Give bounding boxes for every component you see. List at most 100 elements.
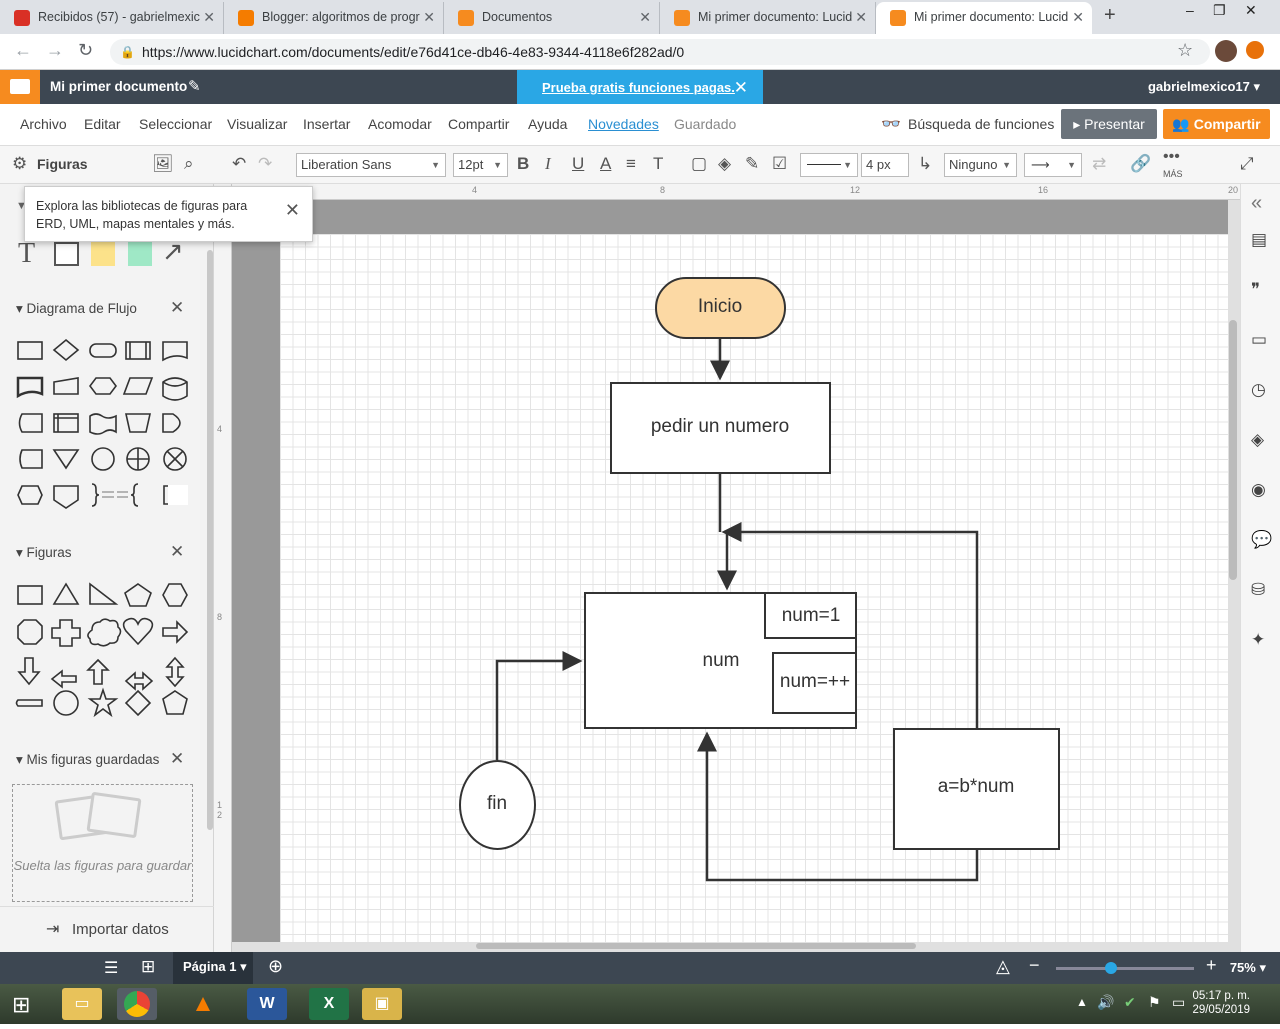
back-icon[interactable]: ← (14, 40, 32, 61)
browser-tab-documentos[interactable]: Documentos ✕ (444, 2, 660, 34)
network-icon[interactable]: ▭ (1172, 994, 1185, 1011)
extension-icon[interactable] (1246, 41, 1264, 59)
comment-quote-icon[interactable]: ❞ (1251, 280, 1260, 300)
saved-shapes-dropzone[interactable]: Suelta las figuras para guardar (12, 784, 193, 902)
endpoint-start-select[interactable]: Ninguno ▼ (944, 153, 1017, 177)
vertical-scrollbar[interactable] (1229, 320, 1237, 580)
more-icon[interactable]: ••• (1163, 148, 1180, 166)
horizontal-scrollbar[interactable] (476, 943, 916, 949)
page-tab[interactable]: Página 1 ▾ (173, 952, 253, 984)
font-family-select[interactable]: Liberation Sans ▼ (296, 153, 446, 177)
start-terminator[interactable]: Inicio (655, 277, 786, 339)
close-icon[interactable]: ✕ (734, 70, 748, 106)
style-icon[interactable]: ☑ (772, 154, 787, 174)
calc-process-box[interactable]: a=b*num (893, 728, 1060, 850)
image-icon[interactable]: 🖼 (152, 154, 174, 174)
loop-init-box[interactable]: num=1 (764, 592, 857, 639)
theme-drop-icon[interactable]: ◉ (1251, 480, 1266, 500)
magic-wand-icon[interactable]: ✦ (1251, 630, 1265, 650)
search-icon[interactable]: ⌕ (184, 154, 194, 174)
line-width-select[interactable]: 4 px (861, 153, 909, 177)
close-icon[interactable]: ✕ (1072, 2, 1084, 32)
border-icon[interactable]: ▢ (691, 154, 707, 174)
chat-icon[interactable]: 💬 (1251, 530, 1272, 550)
menu-compartir[interactable]: Compartir (448, 116, 509, 132)
navigate-icon[interactable]: ◬ (996, 956, 1010, 977)
virtualbox-icon[interactable]: ▣ (362, 988, 402, 1020)
data-linking-icon[interactable]: ⛁ (1251, 580, 1265, 600)
close-icon[interactable]: ✕ (423, 2, 435, 32)
user-menu[interactable]: gabrielmexico17 ▾ (1148, 79, 1260, 95)
section-shapes-header[interactable]: ▾ Figuras (16, 545, 72, 561)
menu-novedades[interactable]: Novedades (588, 116, 659, 132)
align-icon[interactable]: ≡ (626, 154, 636, 174)
swap-icon[interactable]: ⇄ (1092, 154, 1106, 174)
close-icon[interactable]: ✕ (855, 2, 867, 32)
windows-start-icon[interactable]: ⊞ (12, 992, 30, 1018)
bookmark-star-icon[interactable]: ☆ (1177, 40, 1193, 61)
forward-icon[interactable]: → (46, 40, 64, 61)
browser-tab-doc2-active[interactable]: Mi primer documento: Lucid ✕ (876, 2, 1092, 34)
text-shape-icon[interactable]: T (18, 238, 35, 270)
fill-bucket-icon[interactable]: ◈ (718, 154, 731, 174)
excel-icon[interactable]: X (309, 988, 349, 1020)
link-icon[interactable]: 🔗 (1130, 154, 1151, 174)
flag-icon[interactable]: ⚑ (1148, 994, 1161, 1011)
vlc-icon[interactable]: ▲ (183, 988, 223, 1020)
import-data-button[interactable]: ⇥ Importar datos (0, 906, 214, 952)
reload-icon[interactable]: ↻ (78, 40, 93, 61)
presentation-icon[interactable]: ▭ (1251, 330, 1267, 350)
block-shape-icon[interactable] (54, 242, 79, 266)
input-process-box[interactable]: pedir un numero (610, 382, 831, 474)
zoom-slider-handle[interactable] (1105, 962, 1117, 974)
chrome-icon[interactable] (117, 988, 157, 1020)
menu-ayuda[interactable]: Ayuda (528, 116, 567, 132)
undo-icon[interactable]: ↶ (232, 154, 246, 174)
profile-avatar[interactable] (1215, 40, 1237, 62)
feature-search-button[interactable]: Búsqueda de funciones (908, 116, 1054, 132)
bold-icon[interactable]: B (517, 154, 529, 174)
close-icon[interactable]: ✕ (639, 2, 651, 32)
close-icon[interactable]: ✕ (170, 542, 184, 562)
endpoint-end-select[interactable]: ⟶ ▼ (1024, 153, 1082, 177)
loop-increment-box[interactable]: num=++ (772, 652, 857, 714)
menu-seleccionar[interactable]: Seleccionar (139, 116, 212, 132)
present-button[interactable]: ▸ Presentar (1061, 109, 1157, 139)
window-close-icon[interactable]: ✕ (1245, 0, 1257, 20)
close-icon[interactable]: ✕ (285, 201, 300, 219)
page-settings-icon[interactable]: ▤ (1251, 230, 1267, 250)
italic-icon[interactable]: I (545, 154, 551, 174)
menu-editar[interactable]: Editar (84, 116, 121, 132)
layers-icon[interactable]: ◈ (1251, 430, 1264, 450)
zoom-level[interactable]: 75% ▾ (1230, 960, 1266, 976)
promo-banner[interactable]: Prueba gratis funciones pagas. ✕ (517, 70, 763, 106)
line-color-icon[interactable]: ✎ (745, 154, 759, 174)
line-style-select[interactable]: ▼ (800, 153, 858, 177)
document-title[interactable]: Mi primer documento (50, 79, 187, 94)
zoom-in-icon[interactable]: + (1206, 955, 1217, 976)
browser-tab-doc1[interactable]: Mi primer documento: Lucid ✕ (660, 2, 876, 34)
close-icon[interactable]: ✕ (170, 298, 184, 318)
pencil-icon[interactable]: ✎ (188, 77, 201, 95)
history-clock-icon[interactable]: ◷ (1251, 380, 1266, 400)
url-field[interactable]: 🔒 https://www.lucidchart.com/documents/e… (110, 39, 1210, 65)
end-circle[interactable]: fin (459, 760, 536, 850)
close-icon[interactable]: ✕ (170, 749, 184, 769)
security-icon[interactable]: ✔ (1124, 994, 1136, 1011)
promo-link[interactable]: Prueba gratis funciones pagas. (542, 80, 735, 95)
add-page-icon[interactable]: ⊕ (268, 956, 283, 977)
flowchart-shapes-grid[interactable] (12, 334, 212, 514)
grid-view-icon[interactable]: ⊞ (141, 957, 155, 977)
browser-tab-gmail[interactable]: Recibidos (57) - gabrielmexic ✕ (0, 2, 224, 34)
file-explorer-icon[interactable]: ▭ (62, 988, 102, 1020)
menu-visualizar[interactable]: Visualizar (227, 116, 287, 132)
zoom-slider[interactable] (1056, 967, 1194, 970)
redo-icon[interactable]: ↷ (258, 154, 272, 174)
tray-chevron-icon[interactable]: ▲ (1076, 995, 1088, 1009)
system-clock[interactable]: 05:17 p. m. 29/05/2019 (1192, 989, 1250, 1017)
list-view-icon[interactable]: ☰ (104, 958, 118, 978)
canvas-page[interactable] (280, 234, 1228, 942)
section-flowchart-header[interactable]: ▾ Diagrama de Flujo (16, 301, 137, 317)
volume-icon[interactable]: 🔊 (1097, 994, 1114, 1011)
new-tab-button[interactable]: + (1104, 4, 1116, 27)
